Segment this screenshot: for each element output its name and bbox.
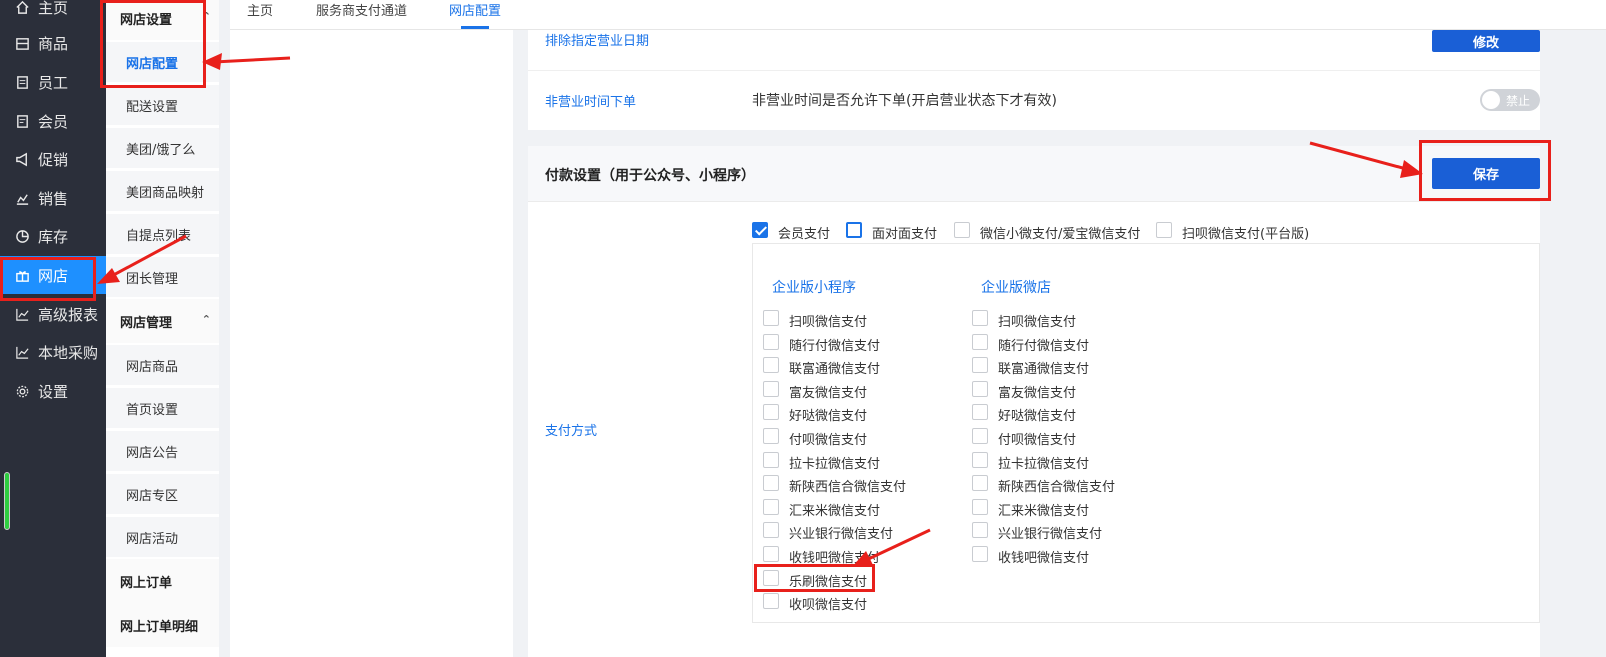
- arrow-to-leshua: [852, 528, 931, 567]
- arrow-to-shop-config: [202, 53, 291, 70]
- arrow-to-webshop: [97, 234, 187, 284]
- arrow-to-save: [1309, 141, 1423, 178]
- annotation-arrows: [97, 53, 1423, 567]
